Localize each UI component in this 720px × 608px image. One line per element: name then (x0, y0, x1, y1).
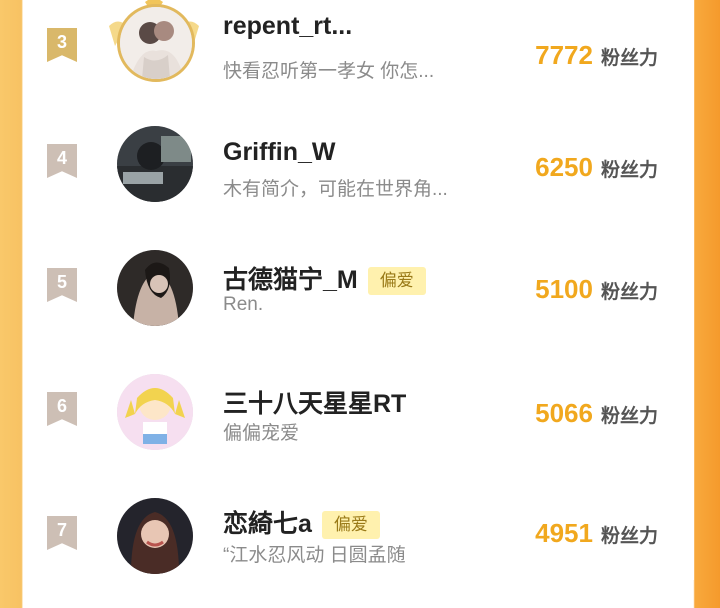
user-name[interactable]: Griffin_W (223, 138, 336, 166)
list-item[interactable]: 4 Griffin_W 木有简介，可能在世界角... 6250 粉丝力 (23, 126, 694, 236)
user-description: “江水忍风动 日圆孟随 (223, 545, 406, 566)
rank-badge: 7 (47, 516, 77, 550)
user-description: 偏偏宠爱 (223, 423, 300, 444)
list-item[interactable]: 3 repent_rt... 快看忍听第一孝女 你怎... 7772 粉丝力 (23, 0, 694, 110)
score-value: 6250 (535, 152, 593, 182)
score-value: 4951 (535, 518, 593, 548)
list-item[interactable]: 7 恋綺七a 偏爱 “江水忍风动 日圆孟随 4951 粉丝力 (23, 498, 694, 608)
avatar[interactable] (109, 0, 199, 84)
list-item[interactable]: 6 三十八天星星RT 偏偏宠爱 5066 粉丝力 (23, 374, 694, 484)
score-unit: 粉丝力 (600, 160, 658, 181)
score-unit: 粉丝力 (600, 526, 658, 547)
fan-power-score: 7772 粉丝力 (535, 40, 658, 71)
list-item[interactable]: 5 古德猫宁_M 偏爱 Ren. 5100 粉丝力 (23, 250, 694, 360)
favorite-badge: 偏爱 (321, 511, 380, 540)
fan-power-score: 4951 粉丝力 (535, 518, 658, 549)
rank-badge: 5 (47, 268, 77, 302)
avatar[interactable] (117, 126, 197, 206)
rank-badge: 4 (47, 144, 77, 178)
score-value: 7772 (535, 40, 593, 70)
score-unit: 粉丝力 (600, 48, 658, 69)
user-name[interactable]: 三十八天星星RT (223, 390, 406, 418)
fan-power-score: 6250 粉丝力 (535, 152, 658, 183)
avatar[interactable] (117, 374, 197, 454)
score-unit: 粉丝力 (600, 406, 658, 427)
user-description: 木有简介，可能在世界角... (223, 179, 448, 200)
fan-power-score: 5066 粉丝力 (535, 398, 658, 429)
fan-power-score: 5100 粉丝力 (535, 274, 658, 305)
fan-ranking-list: 3 repent_rt... 快看忍听第一孝女 你怎... 7772 粉丝力 4 … (23, 0, 694, 580)
score-unit: 粉丝力 (600, 282, 658, 303)
favorite-badge: 偏爱 (367, 267, 426, 296)
rank-number: 4 (56, 148, 67, 168)
rank-number: 5 (56, 272, 67, 292)
user-name[interactable]: 恋綺七a (223, 510, 312, 538)
score-value: 5100 (535, 274, 593, 304)
score-value: 5066 (535, 398, 593, 428)
user-description: 快看忍听第一孝女 你怎... (223, 61, 435, 82)
avatar[interactable] (117, 498, 197, 578)
user-name[interactable]: repent_rt... (223, 12, 352, 40)
rank-number: 3 (56, 32, 67, 52)
rank-number: 6 (56, 396, 67, 416)
user-description: Ren. (223, 294, 264, 315)
avatar[interactable] (117, 250, 197, 330)
user-name[interactable]: 古德猫宁_M (223, 266, 358, 294)
rank-badge: 6 (47, 392, 77, 426)
rank-badge: 3 (47, 28, 77, 62)
rank-number: 7 (56, 520, 67, 540)
